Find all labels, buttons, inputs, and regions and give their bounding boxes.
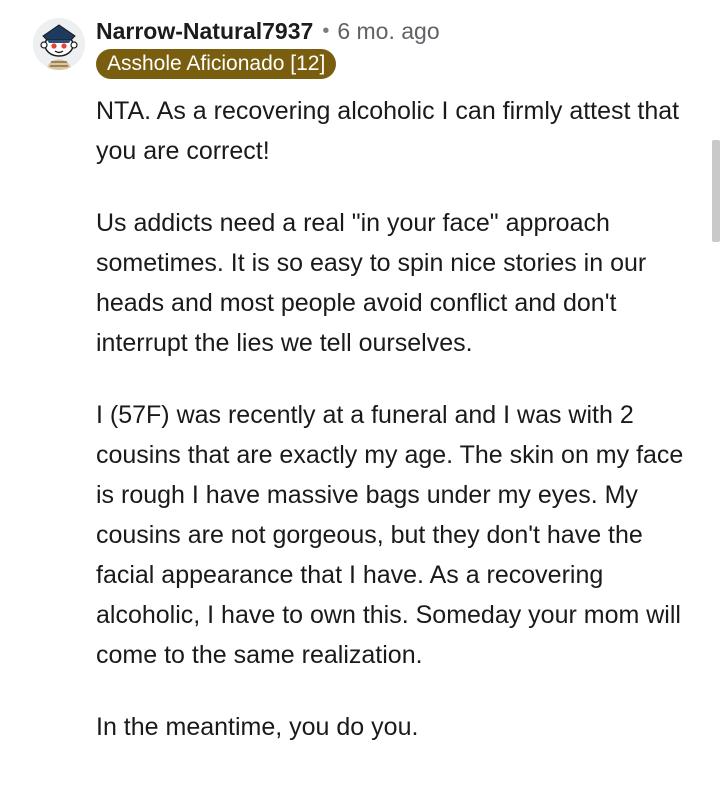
comment-header: Narrow-Natural7937 • 6 mo. ago xyxy=(96,16,440,46)
comment-paragraph: In the meantime, you do you. xyxy=(96,713,419,741)
username-link[interactable]: Narrow-Natural7937 xyxy=(96,18,313,45)
comment: Narrow-Natural7937 • 6 mo. ago Asshole A… xyxy=(0,0,720,806)
comment-timestamp[interactable]: 6 mo. ago xyxy=(337,18,439,45)
scrollbar-thumb[interactable] xyxy=(712,140,720,242)
comment-paragraph: I (57F) was recently at a funeral and I … xyxy=(96,401,684,669)
user-avatar[interactable] xyxy=(33,18,85,70)
comment-body: NTA. As a recovering alcoholic I can fir… xyxy=(96,91,696,779)
user-flair-badge[interactable]: Asshole Aficionado [12] xyxy=(96,49,337,79)
comment-paragraph: NTA. As a recovering alcoholic I can fir… xyxy=(96,97,680,165)
comment-paragraph: Us addicts need a real "in your face" ap… xyxy=(96,209,647,357)
snoo-avatar-icon xyxy=(33,18,85,70)
meta-separator: • xyxy=(322,19,330,42)
